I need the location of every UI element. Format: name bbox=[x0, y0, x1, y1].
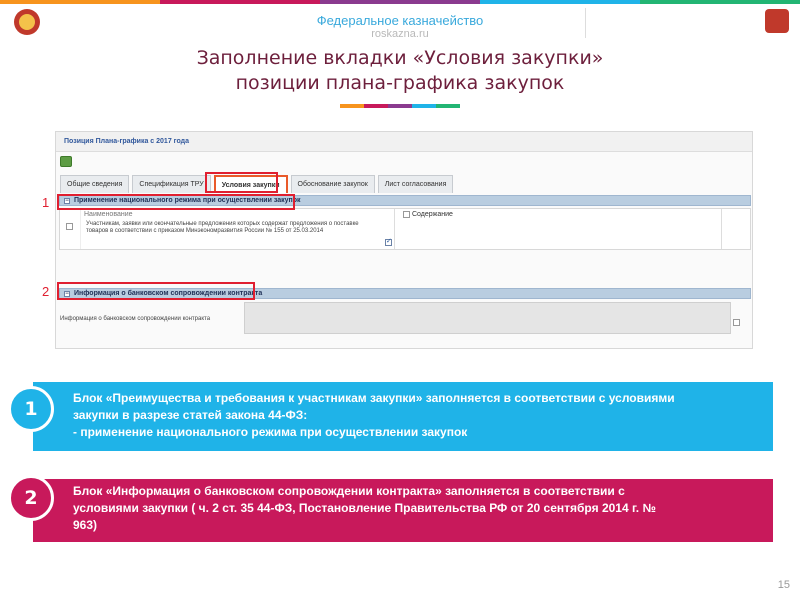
table-row: Участникам, заявки или окончательные пре… bbox=[86, 221, 359, 234]
header-divider bbox=[585, 8, 586, 38]
info-block-2-line: Блок «Информация о банковском сопровожде… bbox=[73, 484, 625, 498]
color-stripe bbox=[0, 0, 800, 4]
bank-support-field[interactable] bbox=[244, 302, 731, 334]
underline-orange bbox=[340, 104, 364, 108]
column-header-content: Содержание bbox=[412, 211, 453, 218]
column-header-name: Наименование bbox=[84, 211, 133, 218]
stripe-green bbox=[640, 0, 800, 4]
org-name: Федеральное казначейство bbox=[316, 13, 484, 28]
title-line-1: Заполнение вкладки «Условия закупки» bbox=[196, 47, 604, 69]
form-title: Позиция Плана-графика с 2017 года bbox=[56, 132, 752, 152]
marker-1: 1 bbox=[42, 195, 50, 210]
row-value-checkbox[interactable] bbox=[385, 237, 392, 246]
tab-justification[interactable]: Обоснование закупок bbox=[290, 175, 375, 193]
app-screenshot: Позиция Плана-графика с 2017 года Общие … bbox=[55, 131, 753, 349]
tab-specification[interactable]: Спецификация ТРУ bbox=[132, 175, 211, 193]
conditions-table: Наименование Содержание Участникам, заяв… bbox=[59, 208, 751, 250]
underline-green bbox=[436, 104, 460, 108]
highlight-tab bbox=[205, 172, 278, 193]
info-block-1-line: закупки в разрезе статей закона 44-ФЗ: bbox=[73, 408, 308, 422]
stripe-orange bbox=[0, 0, 160, 4]
grid-divider bbox=[394, 209, 395, 249]
underline-pink bbox=[364, 104, 388, 108]
header-checkbox[interactable] bbox=[403, 211, 410, 218]
info-block-2-line: 963) bbox=[73, 518, 98, 532]
tab-general[interactable]: Общие сведения bbox=[60, 175, 130, 193]
site-link[interactable]: roskazna.ru bbox=[0, 28, 800, 41]
brand-badge-icon bbox=[765, 9, 789, 33]
stripe-purple bbox=[320, 0, 480, 4]
info-block-1-line: - применение национального режима при ос… bbox=[73, 425, 468, 439]
stripe-pink bbox=[160, 0, 320, 4]
page-number: 15 bbox=[777, 579, 790, 591]
row-select-checkbox[interactable] bbox=[66, 223, 73, 230]
grid-divider bbox=[721, 209, 722, 249]
page-title: Заполнение вкладки «Условия закупки» поз… bbox=[0, 46, 800, 96]
number-badge-1: 1 bbox=[8, 386, 54, 432]
save-icon[interactable] bbox=[60, 156, 72, 167]
highlight-section-2 bbox=[57, 282, 255, 300]
number-badge-2: 2 bbox=[8, 475, 54, 521]
underline-blue bbox=[412, 104, 436, 108]
underline-purple bbox=[388, 104, 412, 108]
title-line-2: позиции плана-графика закупок bbox=[235, 72, 565, 94]
bank-support-label: Информация о банковском сопровождении ко… bbox=[60, 316, 211, 322]
info-block-1-line: Блок «Преимущества и требования к участн… bbox=[73, 391, 675, 405]
marker-2: 2 bbox=[42, 284, 50, 299]
stripe-blue bbox=[480, 0, 640, 4]
highlight-section-1 bbox=[57, 194, 295, 210]
tab-approval[interactable]: Лист согласования bbox=[377, 175, 454, 193]
title-underline bbox=[340, 104, 460, 108]
grid-divider bbox=[80, 209, 81, 249]
info-block-2-line: условиями закупки ( ч. 2 ст. 35 44-ФЗ, П… bbox=[73, 501, 656, 515]
bank-support-checkbox[interactable] bbox=[733, 319, 740, 326]
info-block-1: Блок «Преимущества и требования к участн… bbox=[33, 382, 773, 451]
info-block-2: Блок «Информация о банковском сопровожде… bbox=[33, 479, 773, 542]
